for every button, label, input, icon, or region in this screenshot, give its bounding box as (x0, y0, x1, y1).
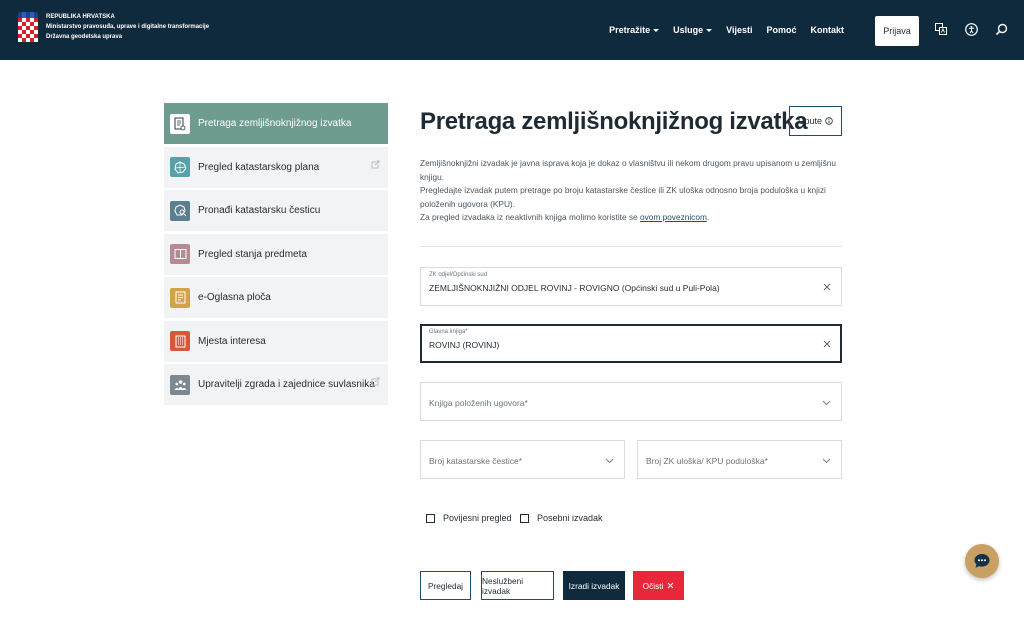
sidebar-item-katastarski-plan[interactable]: Pregled katastarskog plana (164, 146, 388, 188)
ocisti-label: Očisti (642, 580, 664, 591)
chevron-down-icon (822, 400, 831, 406)
brand-line-2: Ministarstvo pravosuđa, uprave i digital… (46, 24, 210, 30)
upute-label: Upute (797, 116, 823, 126)
sidebar-item-label: Mjesta interesa (198, 335, 266, 347)
chat-icon (974, 554, 990, 568)
izradi-izvadak-button[interactable]: Izradi izvadak (563, 571, 625, 600)
search-icon[interactable] (994, 22, 1008, 36)
parcel-search-icon (170, 200, 190, 221)
intro-paragraph-2: Pregledajte izvadak putem pretrage po br… (420, 185, 826, 209)
zk-ulozak-placeholder: Broj ZK uloška/ KPU poduloška* (646, 456, 768, 466)
zk-odjel-value: ZEMLJIŠNOKNJIŽNI ODJEL ROVINJ - ROVIGNO … (429, 283, 720, 293)
info-icon (825, 117, 833, 125)
sidebar-item-label: Pronađi katastarsku česticu (198, 205, 321, 216)
sidebar-item-upravitelji-zgrada[interactable]: Upravitelji zgrada i zajednice suvlasnik… (164, 364, 388, 405)
nav-vijesti[interactable]: Vijesti (726, 25, 752, 35)
brand-line-1: REPUBLIKA HRVATSKA (46, 14, 115, 20)
document-icon (170, 113, 190, 134)
cestica-select[interactable]: Broj katastarske čestice* (420, 440, 625, 479)
site-header: REPUBLIKA HRVATSKA Ministarstvo pravosuđ… (0, 0, 1024, 60)
checkbox-label: Povijesni pregled (443, 513, 512, 523)
sidebar-item-label: e-Oglasna ploča (198, 292, 271, 303)
chevron-down-icon (706, 28, 713, 32)
nav-kontakt[interactable]: Kontakt (811, 25, 845, 35)
glavna-knjiga-field[interactable]: Glavna knjiga* ROVINJ (ROVINJ) (420, 324, 842, 363)
map-icon (170, 157, 190, 177)
page-title: Pretraga zemljišnoknjižnog izvatka (420, 108, 808, 135)
povijesni-pregled-checkbox[interactable]: Povijesni pregled (426, 513, 512, 523)
nav-label: Pomoć (766, 25, 797, 35)
glavna-knjiga-label: Glavna knjiga* (429, 329, 468, 335)
nav-label: Vijesti (726, 25, 753, 35)
intro-p3-prefix: Za pregled izvadaka iz neaktivnih knjiga… (420, 212, 640, 222)
building-icon (170, 331, 190, 351)
sidebar-item-mjesta-interesa[interactable]: Mjesta interesa (164, 320, 388, 362)
brand[interactable]: REPUBLIKA HRVATSKA Ministarstvo pravosuđ… (18, 12, 209, 48)
nav-label: Usluge (673, 25, 704, 35)
main-nav: Pretražite Usluge Vijesti Pomoć Kontakt (609, 0, 844, 60)
nav-usluge[interactable]: Usluge (673, 25, 713, 35)
kpu-placeholder: Knjiga položenih ugovora* (429, 398, 528, 408)
sidebar-item-e-oglasna-ploca[interactable]: e-Oglasna ploča (164, 277, 388, 318)
notice-icon (170, 287, 190, 308)
checkbox-label: Posebni izvadak (537, 513, 603, 523)
glavna-knjiga-value: ROVINJ (ROVINJ) (429, 340, 500, 350)
nav-label: Pretražite (609, 25, 651, 35)
sidebar: Pretraga zemljišnoknjižnog izvatka Pregl… (164, 103, 388, 408)
intro-p3-suffix: . (706, 212, 710, 222)
sidebar-item-label: Pretraga zemljišnoknjižnog izvatka (198, 118, 352, 129)
brand-text: REPUBLIKA HRVATSKA Ministarstvo pravosuđ… (46, 12, 209, 42)
chat-button[interactable] (965, 544, 999, 578)
zk-odjel-label: ZK odjel/Općinski sud (429, 272, 488, 278)
accessibility-icon[interactable] (964, 22, 978, 36)
intro-paragraph-1: Zemljišnoknjižni izvadak je javna isprav… (420, 158, 836, 182)
close-icon[interactable] (823, 340, 831, 348)
ocisti-button[interactable]: Očisti (633, 571, 684, 600)
sidebar-item-zk-izvadak[interactable]: Pretraga zemljišnoknjižnog izvatka (164, 103, 388, 144)
sidebar-item-label: Pregled katastarskog plana (198, 161, 320, 173)
intro-text: Zemljišnoknjižni izvadak je javna isprav… (420, 157, 840, 225)
sidebar-item-label: Upravitelji zgrada i zajednice suvlasnik… (198, 379, 375, 390)
external-link-icon (371, 160, 380, 168)
coat-of-arms-icon (18, 12, 38, 48)
checkbox-box[interactable] (426, 513, 435, 523)
chevron-down-icon (653, 28, 660, 32)
sidebar-item-katastarska-cestica[interactable]: Pronađi katastarsku česticu (164, 190, 388, 231)
kpu-select[interactable]: Knjiga položenih ugovora* (420, 382, 842, 421)
login-button[interactable]: Prijava (875, 16, 919, 46)
pregledaj-button[interactable]: Pregledaj (420, 571, 471, 600)
close-icon[interactable] (823, 283, 831, 291)
nav-pomoc[interactable]: Pomoć (766, 25, 796, 35)
intro-paragraph-3: Za pregled izvadaka iz neaktivnih knjiga… (420, 211, 840, 225)
upute-button[interactable]: Upute (789, 106, 842, 136)
inactive-books-link[interactable]: ovom poveznicom (640, 212, 707, 222)
cestica-placeholder: Broj katastarske čestice* (429, 456, 523, 466)
close-icon (667, 582, 674, 589)
chevron-down-icon (605, 458, 614, 464)
divider (420, 246, 842, 247)
sidebar-item-stanje-predmeta[interactable]: Pregled stanja predmeta (164, 233, 388, 275)
nav-label: Kontakt (810, 25, 845, 35)
checkbox-box[interactable] (520, 513, 529, 523)
zk-ulozak-select[interactable]: Broj ZK uloška/ KPU poduloška* (637, 440, 842, 479)
book-icon (170, 244, 190, 264)
nav-pretrazite[interactable]: Pretražite (609, 25, 660, 35)
posebni-izvadak-checkbox[interactable]: Posebni izvadak (520, 513, 603, 523)
nesluzbeni-izvadak-button[interactable]: Neslužbeni izvadak (481, 571, 554, 600)
brand-line-3: Državna geodetska uprava (46, 34, 123, 40)
chevron-down-icon (822, 458, 831, 464)
language-icon[interactable] (934, 22, 948, 36)
zk-odjel-field[interactable]: ZK odjel/Općinski sud ZEMLJIŠNOKNJIŽNI O… (420, 267, 842, 306)
people-icon (170, 374, 190, 395)
sidebar-item-label: Pregled stanja predmeta (198, 248, 307, 260)
external-link-icon (371, 377, 380, 386)
